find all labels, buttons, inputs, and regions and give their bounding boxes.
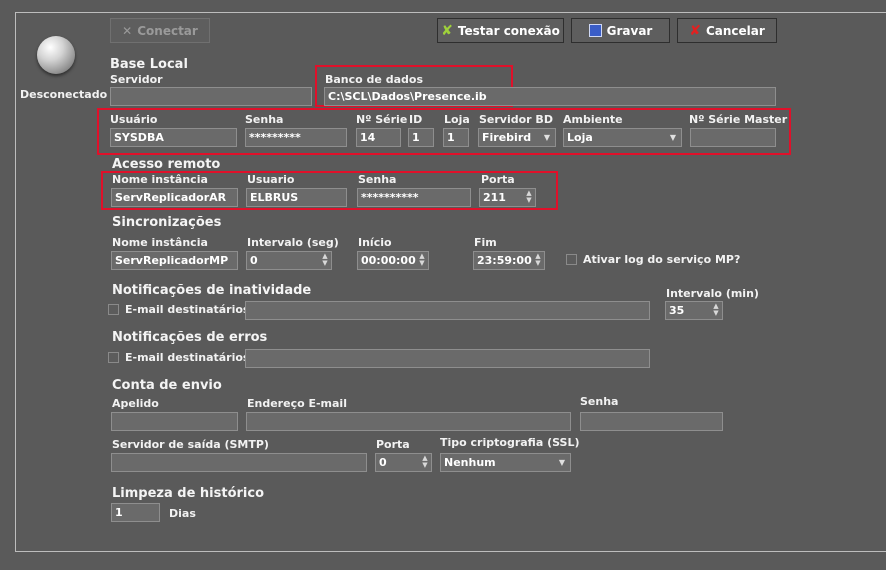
chevron-down-icon: ▼	[669, 133, 676, 142]
sync-fim-label: Fim	[474, 236, 497, 249]
ar-usuario-input[interactable]: ELBRUS	[246, 188, 347, 207]
spinner-arrows-icon[interactable]: ▲ ▼	[421, 455, 429, 470]
globe-icon	[37, 36, 75, 74]
conta-senha-input[interactable]	[580, 412, 723, 431]
sync-instancia-label: Nome instância	[112, 236, 208, 249]
plug-icon: ✕	[122, 23, 133, 38]
endereco-label: Endereço E-mail	[247, 397, 347, 410]
save-button[interactable]: Gravar	[571, 18, 670, 43]
cripto-select[interactable]: Nenhum ▼	[440, 453, 571, 472]
id-input[interactable]: 1	[408, 128, 434, 147]
smtp-input[interactable]	[111, 453, 367, 472]
ar-instancia-input[interactable]: ServReplicadorAR	[111, 188, 238, 207]
banco-label: Banco de dados	[325, 73, 423, 86]
base-local-title: Base Local	[110, 57, 188, 72]
connection-status: Desconectado	[20, 88, 108, 101]
inatividade-checkbox[interactable]	[108, 304, 119, 315]
loja-input[interactable]: 1	[443, 128, 469, 147]
cancel-icon: ✘	[689, 22, 701, 39]
test-connection-button[interactable]: ✘ Testar conexão	[437, 18, 564, 43]
sync-inicio-label: Início	[358, 236, 392, 249]
conta-senha-label: Senha	[580, 395, 619, 408]
sync-fim-stepper[interactable]: 23:59:00 ▲ ▼	[473, 251, 545, 270]
inatividade-email-label: E-mail destinatários	[125, 303, 250, 316]
spinner-arrows-icon[interactable]: ▲ ▼	[534, 253, 542, 268]
usuario-input[interactable]: SYSDBA	[110, 128, 237, 147]
spinner-arrows-icon[interactable]: ▲ ▼	[418, 253, 426, 268]
conta-envio-title: Conta de envio	[112, 378, 222, 393]
servidor-input[interactable]	[110, 87, 312, 106]
test-connection-icon: ✘	[441, 22, 453, 39]
spinner-arrows-icon[interactable]: ▲ ▼	[712, 303, 720, 318]
ar-senha-label: Senha	[358, 173, 397, 186]
apelido-label: Apelido	[112, 397, 159, 410]
ar-instancia-label: Nome instância	[112, 173, 208, 186]
limpeza-unit: Dias	[169, 507, 196, 520]
inatividade-email-input[interactable]	[245, 301, 650, 320]
ar-usuario-label: Usuario	[247, 173, 295, 186]
limpeza-input[interactable]: 1	[111, 503, 160, 522]
log-mp-checkbox[interactable]	[566, 254, 577, 265]
sync-inicio-stepper[interactable]: 00:00:00 ▲ ▼	[357, 251, 429, 270]
usuario-label: Usuário	[110, 113, 158, 126]
id-label: ID	[409, 113, 423, 126]
smtp-porta-stepper[interactable]: 0 ▲ ▼	[375, 453, 432, 472]
connect-button[interactable]: ✕ Conectar	[110, 18, 210, 43]
erros-email-label: E-mail destinatários	[125, 351, 250, 364]
inatividade-intervalo-stepper[interactable]: 35 ▲ ▼	[665, 301, 723, 320]
spinner-arrows-icon[interactable]: ▲ ▼	[525, 190, 533, 205]
acesso-remoto-title: Acesso remoto	[112, 157, 221, 172]
log-mp-label: Ativar log do serviço MP?	[583, 253, 741, 266]
inatividade-intervalo-label: Intervalo (min)	[666, 287, 759, 300]
sync-instancia-input[interactable]: ServReplicadorMP	[111, 251, 238, 270]
sync-intervalo-label: Intervalo (seg)	[247, 236, 339, 249]
senha-input[interactable]: *********	[245, 128, 347, 147]
ar-senha-input[interactable]: **********	[357, 188, 471, 207]
serie-input[interactable]: 14	[356, 128, 401, 147]
cancel-button[interactable]: ✘ Cancelar	[677, 18, 777, 43]
erros-title: Notificações de erros	[112, 330, 268, 345]
inatividade-title: Notificações de inatividade	[112, 283, 312, 298]
erros-checkbox[interactable]	[108, 352, 119, 363]
serie-master-input[interactable]	[690, 128, 776, 147]
loja-label: Loja	[444, 113, 470, 126]
senha-label: Senha	[245, 113, 284, 126]
smtp-label: Servidor de saída (SMTP)	[112, 438, 269, 451]
ambiente-select[interactable]: Loja ▼	[563, 128, 682, 147]
ar-porta-label: Porta	[481, 173, 515, 186]
chevron-down-icon: ▼	[543, 133, 550, 142]
limpeza-title: Limpeza de histórico	[112, 486, 265, 501]
chevron-down-icon: ▼	[558, 458, 565, 467]
servidor-label: Servidor	[110, 73, 163, 86]
servidor-bd-label: Servidor BD	[479, 113, 553, 126]
smtp-porta-label: Porta	[376, 438, 410, 451]
banco-input[interactable]: C:\SCL\Dados\Presence.ib	[324, 87, 776, 106]
servidor-bd-select[interactable]: Firebird ▼	[478, 128, 556, 147]
spinner-arrows-icon[interactable]: ▲ ▼	[321, 253, 329, 268]
serie-master-label: Nº Série Master	[689, 113, 788, 126]
sync-intervalo-stepper[interactable]: 0 ▲ ▼	[246, 251, 332, 270]
floppy-icon	[588, 24, 602, 37]
ar-porta-stepper[interactable]: 211 ▲ ▼	[479, 188, 536, 207]
cripto-label: Tipo criptografia (SSL)	[440, 436, 580, 449]
apelido-input[interactable]	[111, 412, 238, 431]
sincronizacoes-title: Sincronizações	[112, 215, 222, 230]
erros-email-input[interactable]	[245, 349, 650, 368]
ambiente-label: Ambiente	[563, 113, 623, 126]
serie-label: Nº Série	[356, 113, 408, 126]
endereco-input[interactable]	[246, 412, 571, 431]
